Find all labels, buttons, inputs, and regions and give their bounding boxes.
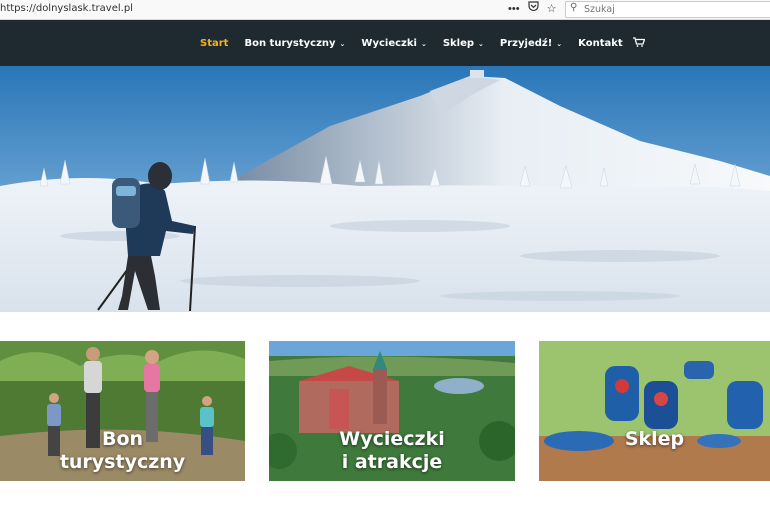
card-title-line: i atrakcje <box>341 451 443 473</box>
pocket-icon[interactable] <box>527 1 539 17</box>
hero-image <box>0 66 770 312</box>
browser-search-box[interactable]: ⚲ <box>565 1 770 18</box>
nav-item-label: Sklep <box>442 38 475 49</box>
chevron-down-icon: ⌄ <box>420 39 427 48</box>
nav-item-label: Wycieczki <box>361 38 417 49</box>
card-title-line: turystyczny <box>59 451 186 473</box>
search-icon: ⚲ <box>570 2 578 13</box>
nav-item-przyjedz[interactable]: Przyjedź! ⌄ <box>500 38 562 49</box>
nav-item-start[interactable]: Start <box>200 38 228 49</box>
card-sklep[interactable]: Sklep <box>539 341 770 481</box>
hero-banner <box>0 66 770 312</box>
nav-item-bon-turystyczny[interactable]: Bon turystyczny ⌄ <box>244 38 345 49</box>
nav-item-wycieczki[interactable]: Wycieczki ⌄ <box>361 38 426 49</box>
card-wycieczki[interactable]: Wycieczki i atrakcje <box>269 341 515 481</box>
card-bon-turystyczny[interactable]: Bon turystyczny <box>0 341 245 481</box>
nav-item-label: Kontakt <box>578 38 623 49</box>
card-title: Wycieczki i atrakcje <box>269 428 515 474</box>
chevron-down-icon: ⌄ <box>339 39 346 48</box>
cart-icon[interactable] <box>632 37 646 50</box>
main-menu: Start Bon turystyczny ⌄ Wycieczki ⌄ Sklep ⌄… <box>200 37 646 50</box>
card-title-line: Sklep <box>624 428 685 450</box>
card-title-line: Wycieczki <box>339 428 445 450</box>
nav-item-label: Przyjedź! <box>499 38 553 49</box>
chevron-down-icon: ⌄ <box>556 39 563 48</box>
nav-item-kontakt[interactable]: Kontakt <box>578 38 623 49</box>
nav-item-label: Bon turystyczny <box>244 38 336 49</box>
pottery-image <box>539 341 770 481</box>
card-title: Sklep <box>539 428 770 451</box>
chevron-down-icon: ⌄ <box>478 39 484 48</box>
nav-item-label: Start <box>200 38 229 49</box>
address-bar-url[interactable]: https://dolnyslask.travel.pl <box>0 3 133 14</box>
nav-item-sklep[interactable]: Sklep ⌄ <box>443 38 484 49</box>
bookmark-star-icon[interactable]: ☆ <box>547 1 557 17</box>
card-title-line: Bon <box>101 428 144 450</box>
more-icon[interactable]: ••• <box>508 1 520 17</box>
search-input[interactable] <box>584 2 764 16</box>
browser-toolbar: https://dolnyslask.travel.pl ••• ☆ ⚲ <box>0 0 770 20</box>
browser-actions: ••• ☆ <box>508 1 556 17</box>
card-title: Bon turystyczny <box>0 428 245 474</box>
site-navigation: Start Bon turystyczny ⌄ Wycieczki ⌄ Sklep ⌄… <box>0 20 770 66</box>
